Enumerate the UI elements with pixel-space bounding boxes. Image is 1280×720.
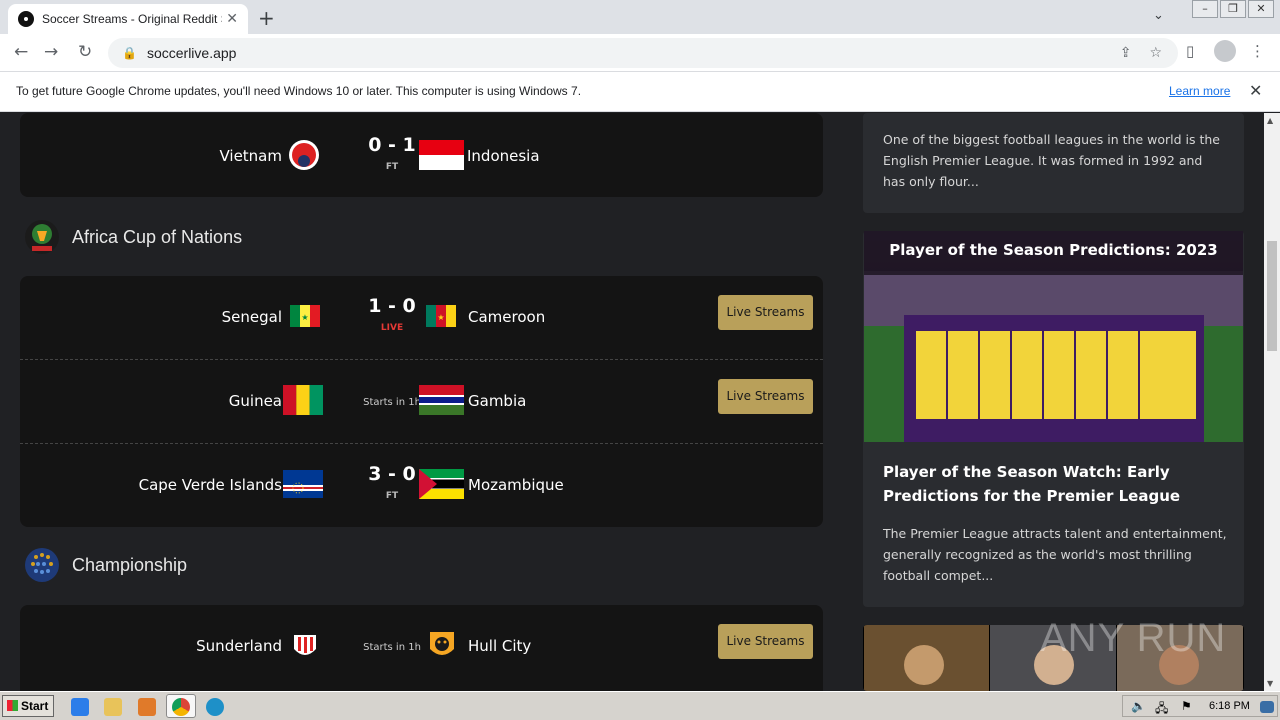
cameroon-flag-icon: ★ <box>426 305 456 327</box>
learn-more-link[interactable]: Learn more <box>1169 84 1230 98</box>
chrome-icon[interactable] <box>172 698 190 716</box>
scroll-up-icon[interactable]: ▲ <box>1267 116 1273 125</box>
live-streams-button[interactable]: Live Streams <box>718 379 813 414</box>
infobar-close-icon[interactable]: ✕ <box>1249 81 1262 100</box>
page-viewport: Vietnam 0 - 1 FT Indonesia Africa Cup of… <box>0 113 1264 691</box>
league-header[interactable]: Africa Cup of Nations <box>24 219 242 255</box>
vietnam-crest-icon <box>289 140 319 170</box>
close-window-button[interactable]: ✕ <box>1248 0 1274 18</box>
mozambique-flag-icon <box>419 469 464 499</box>
forward-icon[interactable]: → <box>44 42 58 62</box>
live-streams-button[interactable]: Live Streams <box>718 295 813 330</box>
guinea-flag-icon <box>283 385 323 415</box>
gambia-flag-icon <box>419 385 464 415</box>
system-tray: 🔈 🖧 ⚑ <box>1122 695 1278 717</box>
browser-tab[interactable]: Soccer Streams - Original Reddit Soc ✕ <box>8 4 248 34</box>
match-row[interactable]: Sunderland Starts in 1h Hull City Live S… <box>20 605 823 689</box>
menu-kebab-icon[interactable]: ⋮ <box>1250 42 1265 60</box>
window-controls: – ❐ ✕ <box>1190 0 1274 18</box>
sidebar-article-card[interactable]: Player of the Season Predictions: 2023 P… <box>863 231 1244 607</box>
media-player-icon[interactable] <box>138 698 156 716</box>
live-streams-button[interactable]: Live Streams <box>718 624 813 659</box>
sunderland-crest-icon <box>294 635 316 655</box>
tab-close-icon[interactable]: ✕ <box>226 11 238 27</box>
network-icon[interactable]: 🖧 <box>1155 699 1168 720</box>
hull-city-crest-icon <box>430 632 454 655</box>
indonesia-flag-icon <box>419 140 464 170</box>
volume-icon[interactable]: 🔈 <box>1131 699 1146 713</box>
match-row[interactable]: Cape Verde Islands 3 - 0 FT Mozambique <box>20 444 823 528</box>
senegal-flag-icon: ★ <box>290 305 320 327</box>
match-card-afcon: Senegal ★ 1 - 0 LIVE ★ Cameroon Live Str… <box>20 276 823 527</box>
page-scrollbar[interactable]: ▲ ▼ <box>1264 113 1280 691</box>
flag-icon[interactable]: ⚑ <box>1181 699 1192 713</box>
home-team: Senegal <box>221 308 282 326</box>
home-team: Sunderland <box>196 637 282 655</box>
browser-toolbar: ← → ↻ 🔒 soccerlive.app ⇪ ☆ ▯ ⋮ <box>0 34 1280 72</box>
clock[interactable]: 6:18 PM <box>1209 700 1250 712</box>
show-desktop-icon[interactable] <box>1260 701 1274 713</box>
start-button[interactable]: Start <box>2 695 54 717</box>
svg-text:★: ★ <box>301 313 308 322</box>
internet-explorer-icon[interactable] <box>71 698 89 716</box>
match-card-top: Vietnam 0 - 1 FT Indonesia <box>20 113 823 197</box>
home-team: Cape Verde Islands <box>138 476 282 494</box>
league-name: Africa Cup of Nations <box>72 226 243 247</box>
away-team: Hull City <box>468 637 532 655</box>
cape-verde-flag-icon <box>283 470 323 498</box>
home-team: Guinea <box>228 392 282 410</box>
anyrun-watermark: ANY RUN <box>1040 616 1227 660</box>
restore-button[interactable]: ❐ <box>1220 0 1246 18</box>
away-team: Cameroon <box>468 308 546 326</box>
article-excerpt: The Premier League attracts talent and e… <box>883 526 1227 583</box>
caf-logo-icon <box>25 220 59 254</box>
reload-icon[interactable]: ↻ <box>78 42 92 62</box>
championship-logo-icon <box>25 548 59 582</box>
home-team: Vietnam <box>219 147 282 165</box>
infobar-message: To get future Google Chrome updates, you… <box>16 84 582 98</box>
sidebar-article-card[interactable]: One of the biggest football leagues in t… <box>863 113 1244 213</box>
article-excerpt: One of the biggest football leagues in t… <box>883 132 1220 189</box>
soccer-ball-icon <box>18 11 34 27</box>
league-name: Championship <box>72 554 188 575</box>
side-panel-icon[interactable]: ▯ <box>1186 42 1194 60</box>
bookmark-star-icon[interactable]: ☆ <box>1149 45 1162 61</box>
away-team: Mozambique <box>468 476 564 494</box>
new-tab-icon[interactable]: + <box>258 6 275 30</box>
file-explorer-icon[interactable] <box>104 698 122 716</box>
article-title[interactable]: Player of the Season Watch: Early Predic… <box>883 460 1228 508</box>
windows-taskbar: Start 🔈 🖧 ⚑ 6:18 PM <box>0 691 1280 720</box>
away-team: Indonesia <box>467 147 540 165</box>
edge-icon[interactable] <box>206 698 224 716</box>
match-card-championship: Sunderland Starts in 1h Hull City Live S… <box>20 605 823 691</box>
league-header[interactable]: Championship <box>24 547 187 583</box>
match-row[interactable]: Guinea Starts in 1h Gambia Live Streams <box>20 360 823 444</box>
away-team: Gambia <box>468 392 527 410</box>
article-image[interactable] <box>864 231 1243 442</box>
tab-strip: Soccer Streams - Original Reddit Soc ✕ +… <box>0 0 1280 34</box>
scrollbar-thumb[interactable] <box>1267 241 1277 351</box>
profile-avatar-icon[interactable] <box>1214 40 1236 62</box>
scroll-down-icon[interactable]: ▼ <box>1267 679 1273 688</box>
article-image-caption: Player of the Season Predictions: 2023 <box>889 241 1218 259</box>
tab-search-chevron-icon[interactable]: ⌄ <box>1153 8 1164 23</box>
minimize-button[interactable]: – <box>1192 0 1218 18</box>
match-row[interactable]: Vietnam 0 - 1 FT Indonesia <box>20 113 823 197</box>
url-text[interactable]: soccerlive.app <box>147 45 237 61</box>
tab-title: Soccer Streams - Original Reddit Soc <box>42 12 222 26</box>
back-icon[interactable]: ← <box>14 42 28 62</box>
update-infobar: To get future Google Chrome updates, you… <box>0 72 1280 112</box>
share-icon[interactable]: ⇪ <box>1120 45 1132 61</box>
lock-icon[interactable]: 🔒 <box>122 46 137 60</box>
svg-text:★: ★ <box>437 313 444 322</box>
match-row[interactable]: Senegal ★ 1 - 0 LIVE ★ Cameroon Live Str… <box>20 276 823 360</box>
address-bar[interactable]: 🔒 soccerlive.app ⇪ ☆ <box>108 38 1178 68</box>
